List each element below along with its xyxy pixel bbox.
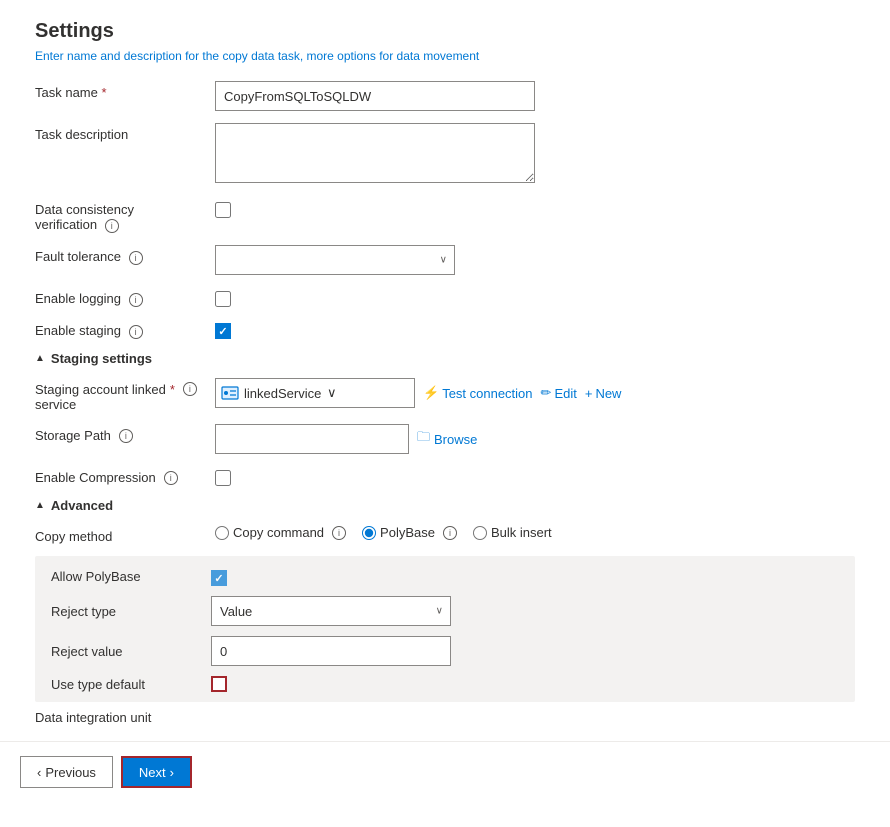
folder-icon: 🗀 [417,428,430,450]
plus-icon: + [585,386,593,401]
page-title: Settings [35,20,855,43]
new-link[interactable]: + New [585,386,622,401]
polybase-info-icon[interactable]: i [443,526,457,540]
enable-compression-info-icon[interactable]: i [164,471,178,485]
fault-tolerance-row: Fault tolerance i Skip incompatible row … [35,245,855,275]
footer: ‹ Previous Next › [0,741,890,802]
polybase-radio[interactable] [362,526,376,540]
reject-value-input[interactable] [211,636,451,666]
storage-path-label: Storage Path i [35,424,215,443]
allow-polybase-checkbox-wrapper [211,570,227,586]
copy-method-label: Copy method [35,525,215,544]
copy-method-row: Copy method Copy command i PolyBase i Bu… [35,525,855,544]
fault-tolerance-select[interactable]: Skip incompatible row [215,245,455,275]
data-consistency-checkbox[interactable] [215,202,231,218]
copy-command-label: Copy command [233,525,324,540]
task-name-row: Task name * [35,81,855,111]
browse-link[interactable]: 🗀 Browse [417,428,477,450]
linked-service-value: linkedService [244,386,327,401]
use-type-default-checkbox-wrapper [211,676,227,692]
bulk-insert-label: Bulk insert [491,525,552,540]
previous-button[interactable]: ‹ Previous [20,756,113,788]
advanced-title: Advanced [51,498,113,513]
enable-compression-row: Enable Compression i [35,466,855,486]
copy-method-radio-group: Copy command i PolyBase i Bulk insert [215,525,552,540]
edit-link[interactable]: ✏ Edit [541,385,577,401]
linked-service-chevron-icon: ∨ [327,385,410,401]
fault-tolerance-info-icon[interactable]: i [129,251,143,265]
bulk-insert-radio[interactable] [473,526,487,540]
storage-path-row: Storage Path i 🗀 Browse [35,424,855,454]
copy-command-option[interactable]: Copy command i [215,525,346,540]
reject-type-select[interactable]: Value Percentage [211,596,451,626]
enable-compression-label: Enable Compression i [35,466,215,485]
enable-logging-label: Enable logging i [35,287,215,307]
enable-staging-label: Enable staging i [35,319,215,339]
task-name-label: Task name * [35,81,215,100]
advanced-collapse-icon: ▲ [35,500,45,511]
enable-logging-checkbox[interactable] [215,291,231,307]
polybase-label: PolyBase [380,525,435,540]
use-type-default-checkbox[interactable] [211,676,227,692]
staging-account-row: Staging account linkedservice * i linked… [35,378,855,412]
data-consistency-label: Data consistencyverification i [35,198,215,233]
reject-type-label: Reject type [51,604,211,619]
storage-path-info-icon[interactable]: i [119,429,133,443]
bulk-insert-option[interactable]: Bulk insert [473,525,552,540]
next-arrow-icon: › [170,765,174,780]
allow-polybase-label: Allow PolyBase [51,569,211,584]
enable-logging-checkbox-wrapper [215,291,231,307]
task-name-input[interactable] [215,81,535,111]
allow-polybase-checkbox[interactable] [211,570,227,586]
advanced-header[interactable]: ▲ Advanced [35,498,855,513]
use-type-default-label: Use type default [51,677,211,692]
reject-type-select-wrapper: Value Percentage ∨ [211,596,451,626]
enable-compression-checkbox-wrapper [215,470,231,486]
enable-staging-row: Enable staging i [35,319,855,339]
linked-service-icon [220,383,240,403]
reject-value-row: Reject value [51,636,839,666]
staging-account-control: linkedService ∨ ⚡ Test connection ✏ Edit… [215,378,621,408]
enable-logging-row: Enable logging i [35,287,855,307]
next-button[interactable]: Next › [121,756,192,788]
task-description-label: Task description [35,123,215,142]
enable-staging-info-icon[interactable]: i [129,325,143,339]
reject-type-row: Reject type Value Percentage ∨ [51,596,839,626]
copy-command-info-icon[interactable]: i [332,526,346,540]
staging-settings-header[interactable]: ▲ Staging settings [35,351,855,366]
task-name-control [215,81,535,111]
staging-settings-title: Staging settings [51,351,152,366]
use-type-default-row: Use type default [51,676,839,692]
task-description-control [215,123,535,186]
reject-value-label: Reject value [51,644,211,659]
allow-polybase-row: Allow PolyBase [51,566,839,586]
connection-icon: ⚡ [423,385,439,401]
linked-service-select[interactable]: linkedService ∨ [215,378,415,408]
data-integration-unit-label: Data integration unit [35,710,855,725]
enable-logging-info-icon[interactable]: i [129,293,143,307]
test-connection-link[interactable]: ⚡ Test connection [423,385,533,401]
previous-arrow-icon: ‹ [37,765,41,780]
required-indicator: * [102,85,107,100]
staging-account-info-icon[interactable]: i [183,382,197,396]
subtitle-link[interactable]: Enter name and description for the copy … [35,49,855,63]
edit-icon: ✏ [541,385,552,401]
enable-compression-checkbox[interactable] [215,470,231,486]
storage-path-input[interactable] [215,424,409,454]
storage-path-control: 🗀 Browse [215,424,477,454]
data-consistency-row: Data consistencyverification i [35,198,855,233]
enable-staging-checkbox[interactable] [215,323,231,339]
fault-tolerance-select-wrapper: Skip incompatible row ∨ [215,245,455,275]
staging-account-label: Staging account linkedservice * i [35,378,215,412]
data-consistency-info-icon[interactable]: i [105,219,119,233]
polybase-section: Allow PolyBase Reject type Value Percent… [35,556,855,702]
polybase-option[interactable]: PolyBase i [362,525,457,540]
fault-tolerance-label: Fault tolerance i [35,245,215,265]
task-description-row: Task description [35,123,855,186]
staging-collapse-icon: ▲ [35,353,45,364]
copy-command-radio[interactable] [215,526,229,540]
data-consistency-checkbox-wrapper [215,202,231,218]
enable-staging-checkbox-wrapper [215,323,231,339]
task-description-input[interactable] [215,123,535,183]
